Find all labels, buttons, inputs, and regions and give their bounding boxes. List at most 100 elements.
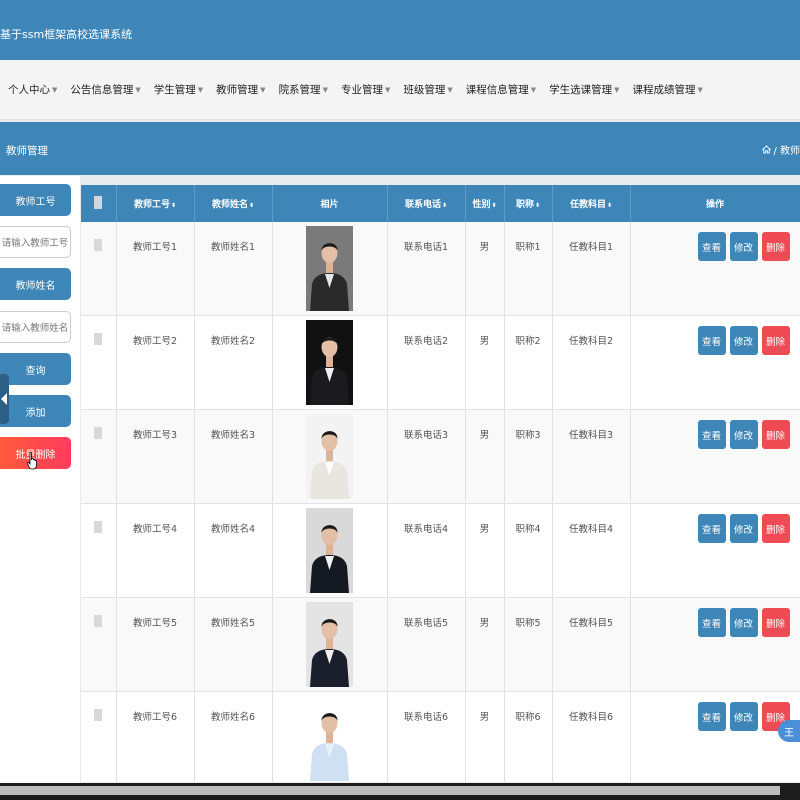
nav-item-label: 公告信息管理 <box>70 84 134 96</box>
column-header-label: 职称 <box>515 200 534 210</box>
teacher-name-label: 教师姓名 <box>0 268 71 300</box>
photo-cell <box>272 409 388 504</box>
row-select-cell <box>81 315 117 410</box>
hand-cursor-icon <box>27 452 37 470</box>
table-header-row: 教师工号⬍ 教师姓名⬍ 相片 联系电话⬍ 性别⬍ 职称⬍ 任教科目⬍ 操作 <box>81 185 800 222</box>
teacher-photo[interactable] <box>306 602 353 687</box>
cell-gender: 男 <box>465 597 505 692</box>
row-select-cell <box>81 503 117 598</box>
cell-subject: 任教科目3 <box>552 409 631 504</box>
table-row: 教师工号2 教师姓名2 联系电话2 男职称2 任教科目2 查看 修改 删除 <box>81 315 800 410</box>
caret-down-icon: ▼ <box>322 85 328 94</box>
row-checkbox[interactable] <box>94 333 103 345</box>
home-icon <box>762 145 772 154</box>
teacher-photo[interactable] <box>306 320 353 405</box>
column-header[interactable]: 教师工号⬍ <box>116 185 195 222</box>
teacher-table-wrapper: 教师工号⬍ 教师姓名⬍ 相片 联系电话⬍ 性别⬍ 职称⬍ 任教科目⬍ 操作 教师工号1 教师姓名… <box>81 185 800 782</box>
delete-button[interactable]: 删除 <box>761 514 790 543</box>
photo-cell <box>272 503 388 598</box>
cell-subject: 任教科目6 <box>552 691 631 782</box>
cell-phone: 联系电话6 <box>387 691 466 782</box>
row-checkbox[interactable] <box>94 521 103 533</box>
teacher-name-input[interactable]: 请输入教师姓名 <box>0 311 71 343</box>
nav-item-5[interactable]: 院系管理 ▼ <box>279 82 328 97</box>
nav-item-label: 院系管理 <box>278 84 321 96</box>
column-header[interactable]: 联系电话⬍ <box>387 185 466 222</box>
column-header[interactable]: 性别⬍ <box>465 185 505 222</box>
view-button[interactable]: 查看 <box>697 608 726 637</box>
cell-name: 教师姓名3 <box>194 409 273 504</box>
column-header[interactable]: 任教科目⬍ <box>552 185 631 222</box>
sort-icon[interactable]: ⬍ <box>535 202 540 209</box>
edit-button[interactable]: 修改 <box>729 232 758 261</box>
search-button[interactable]: 查询 <box>0 353 71 385</box>
delete-button[interactable]: 删除 <box>761 326 790 355</box>
nav-item-9[interactable]: 学生选课管理 ▼ <box>549 82 619 97</box>
row-checkbox[interactable] <box>94 615 103 627</box>
view-button[interactable]: 查看 <box>697 326 726 355</box>
nav-item-label: 课程信息管理 <box>465 84 529 96</box>
nav-item-10[interactable]: 课程成绩管理 ▼ <box>633 82 703 97</box>
edit-button[interactable]: 修改 <box>729 514 758 543</box>
caret-down-icon: ▼ <box>697 85 703 94</box>
nav-item-8[interactable]: 课程信息管理 ▼ <box>466 82 536 97</box>
row-select-cell <box>81 691 117 782</box>
delete-button[interactable]: 删除 <box>761 420 790 449</box>
nav-item-3[interactable]: 学生管理 ▼ <box>154 82 203 97</box>
table-row: 教师工号5 教师姓名5 联系电话5 男职称5 任教科目5 查看 修改 删除 <box>81 597 800 692</box>
edit-button[interactable]: 修改 <box>729 702 758 731</box>
horizontal-scrollbar[interactable] <box>0 783 800 800</box>
add-button[interactable]: 添加 <box>0 395 71 427</box>
sort-icon[interactable]: ⬍ <box>442 202 447 209</box>
translate-icon[interactable]: 王 <box>778 720 800 742</box>
main-nav: 个人中心 ▼ 公告信息管理 ▼ 学生管理 ▼ 教师管理 ▼ 院系管理 ▼ 专业管理 ▼ 班级管理 ▼ 课程信… <box>0 60 800 120</box>
view-button[interactable]: 查看 <box>697 232 726 261</box>
actions-cell: 查看 修改 删除 <box>630 691 800 782</box>
breadcrumb[interactable]: / 教师 <box>762 142 800 157</box>
row-checkbox[interactable] <box>94 239 103 251</box>
nav-item-4[interactable]: 教师管理 ▼ <box>216 82 265 97</box>
select-all-header <box>81 185 117 222</box>
sort-icon[interactable]: ⬍ <box>607 202 612 209</box>
teacher-id-input[interactable]: 请输入教师工号 <box>0 226 71 258</box>
scrollbar-thumb[interactable] <box>0 786 780 795</box>
sort-icon[interactable]: ⬍ <box>171 202 176 209</box>
nav-item-7[interactable]: 班级管理 ▼ <box>403 82 452 97</box>
nav-item-6[interactable]: 专业管理 ▼ <box>341 82 390 97</box>
delete-button[interactable]: 删除 <box>761 232 790 261</box>
teacher-photo[interactable] <box>306 226 353 311</box>
teacher-photo[interactable] <box>306 414 353 499</box>
cell-gender: 男 <box>465 315 505 410</box>
view-button[interactable]: 查看 <box>697 702 726 731</box>
search-sidebar: 教师工号 请输入教师工号 教师姓名 请输入教师姓名 查询 添加 批量删除 <box>0 176 80 788</box>
row-checkbox[interactable] <box>94 709 103 721</box>
row-checkbox[interactable] <box>94 427 103 439</box>
sort-icon[interactable]: ⬍ <box>249 202 254 209</box>
edit-button[interactable]: 修改 <box>729 420 758 449</box>
column-header[interactable]: 教师姓名⬍ <box>194 185 273 222</box>
edit-button[interactable]: 修改 <box>729 608 758 637</box>
teacher-photo[interactable] <box>306 508 353 593</box>
top-bar: 基于ssm框架高校选课系统 <box>0 0 800 60</box>
column-header-label: 任教科目 <box>569 200 606 210</box>
chevron-left-icon[interactable] <box>0 374 9 424</box>
photo-cell <box>272 222 388 316</box>
column-header: 操作 <box>630 185 800 222</box>
select-all-checkbox[interactable] <box>94 195 103 209</box>
cell-subject: 任教科目5 <box>552 597 631 692</box>
column-header-label: 操作 <box>705 200 724 210</box>
nav-item-1[interactable]: 个人中心 ▼ <box>8 82 57 97</box>
nav-item-label: 专业管理 <box>340 84 383 96</box>
delete-button[interactable]: 删除 <box>761 608 790 637</box>
cell-id: 教师工号6 <box>116 691 195 782</box>
cell-id: 教师工号2 <box>116 315 195 410</box>
view-button[interactable]: 查看 <box>697 420 726 449</box>
sort-icon[interactable]: ⬍ <box>491 202 496 209</box>
nav-item-2[interactable]: 公告信息管理 ▼ <box>70 82 140 97</box>
cell-title: 职称3 <box>504 409 553 504</box>
edit-button[interactable]: 修改 <box>729 326 758 355</box>
teacher-photo[interactable] <box>306 696 353 781</box>
view-button[interactable]: 查看 <box>697 514 726 543</box>
column-header[interactable]: 职称⬍ <box>504 185 553 222</box>
cell-title: 职称2 <box>504 315 553 410</box>
